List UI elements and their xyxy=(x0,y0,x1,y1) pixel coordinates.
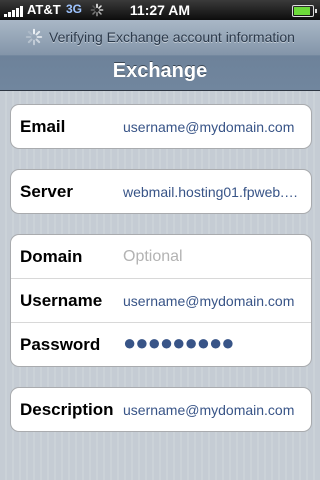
prompt-text: Verifying Exchange account information xyxy=(49,29,295,45)
description-field[interactable]: username@mydomain.com xyxy=(123,402,303,418)
password-label: Password xyxy=(20,335,101,354)
username-label: Username xyxy=(20,291,103,310)
description-row[interactable]: Description username@mydomain.com xyxy=(11,388,311,431)
domain-field[interactable]: Optional xyxy=(123,248,303,266)
username-row[interactable]: Username username@mydomain.com xyxy=(11,278,311,322)
battery-icon xyxy=(292,5,317,17)
server-label: Server xyxy=(20,182,73,201)
navigation-bar: Verifying Exchange account information E… xyxy=(0,20,320,91)
email-group: Email username@mydomain.com xyxy=(10,104,312,149)
server-field[interactable]: webmail.hosting01.fpweb.… xyxy=(123,184,303,200)
verifying-prompt: Verifying Exchange account information xyxy=(0,28,320,46)
battery-level xyxy=(294,7,311,15)
status-bar: AT&T 3G 11:27 AM xyxy=(0,0,320,20)
username-field[interactable]: username@mydomain.com xyxy=(123,293,303,309)
description-label: Description xyxy=(20,400,114,419)
email-row[interactable]: Email username@mydomain.com xyxy=(11,105,311,148)
status-clock: 11:27 AM xyxy=(129,2,191,18)
domain-label: Domain xyxy=(20,247,83,266)
server-group: Server webmail.hosting01.fpweb.… xyxy=(10,169,312,214)
email-field[interactable]: username@mydomain.com xyxy=(123,119,303,135)
password-field[interactable]: ●●●●●●●●● xyxy=(123,330,303,356)
page-title: Exchange xyxy=(112,60,208,82)
server-row[interactable]: Server webmail.hosting01.fpweb.… xyxy=(11,170,311,213)
password-row[interactable]: Password ●●●●●●●●● xyxy=(11,322,311,366)
email-label: Email xyxy=(20,117,66,136)
spinner-icon xyxy=(25,28,43,46)
description-group: Description username@mydomain.com xyxy=(10,387,312,432)
domain-row[interactable]: Domain Optional xyxy=(11,235,311,278)
credentials-group: Domain Optional Username username@mydoma… xyxy=(10,234,312,367)
